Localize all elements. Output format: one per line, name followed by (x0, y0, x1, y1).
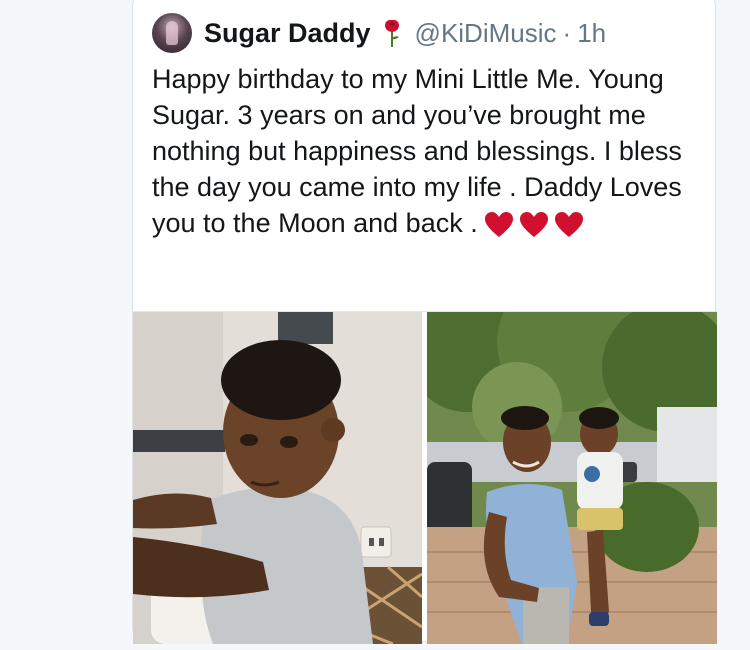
heart-icon (484, 212, 513, 237)
toddler-image (133, 312, 422, 644)
display-name[interactable]: Sugar Daddy (204, 18, 371, 49)
photo-father-child[interactable] (427, 312, 717, 644)
tweet-body: Happy birthday to my Mini Little Me. You… (152, 61, 697, 241)
heart-emojis (484, 211, 584, 238)
rose-icon (384, 19, 399, 47)
avatar[interactable] (152, 13, 192, 53)
heart-icon (519, 212, 548, 237)
separator-dot: · (562, 17, 572, 48)
photo-toddler[interactable] (133, 312, 422, 644)
tweet-card[interactable]: Sugar Daddy @KiDiMusic · 1h Happy birthd… (132, 0, 717, 644)
tweet-text: Happy birthday to my Mini Little Me. You… (152, 64, 682, 238)
media-grid (133, 311, 717, 644)
tweet-header: Sugar Daddy @KiDiMusic · 1h (152, 13, 606, 53)
timestamp[interactable]: 1h (577, 18, 606, 49)
heart-icon (554, 212, 583, 237)
father-child-image (427, 312, 717, 644)
user-handle[interactable]: @KiDiMusic (415, 18, 557, 49)
